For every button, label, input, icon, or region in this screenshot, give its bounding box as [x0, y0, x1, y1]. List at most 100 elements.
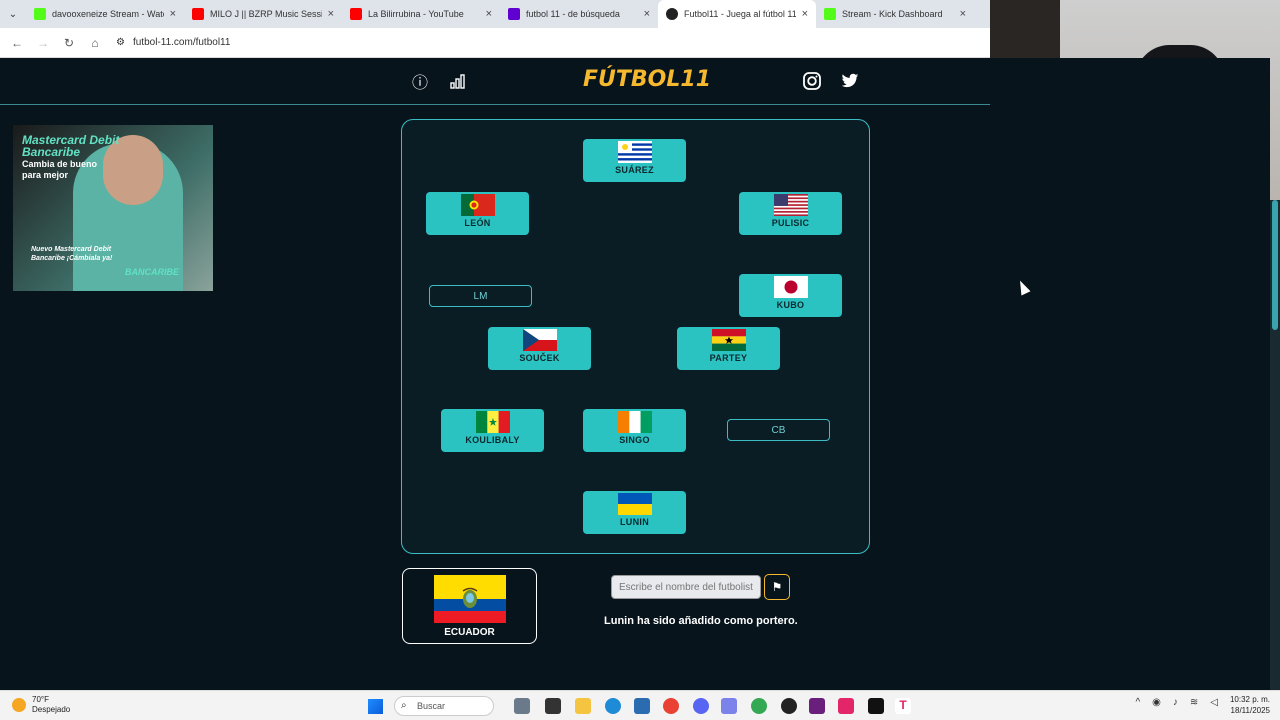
task-view-icon[interactable] — [545, 698, 561, 714]
flag-icon[interactable]: ⚑ — [764, 574, 790, 600]
weather-widget[interactable]: 70°F Despejado — [12, 695, 70, 715]
ad-promo: Nuevo Mastercard Debit Bancaribe ¡Cámbia… — [31, 246, 113, 262]
chrome-profile-icon[interactable] — [751, 698, 767, 714]
tab-close-icon[interactable]: × — [170, 8, 176, 20]
usa-flag-icon — [773, 194, 808, 216]
capture-icon[interactable] — [868, 698, 884, 714]
text-app-icon[interactable]: T — [895, 698, 911, 714]
player-card[interactable]: PULISIC — [739, 192, 842, 235]
teams-icon[interactable] — [721, 698, 737, 714]
tab-close-icon[interactable]: × — [486, 8, 492, 20]
site-logo[interactable]: FÚTBOL11 — [583, 67, 711, 92]
windows-start-icon[interactable] — [368, 699, 383, 714]
tab-close-icon[interactable]: × — [960, 8, 966, 20]
player-name-input[interactable] — [611, 575, 761, 599]
ad-tagline: Cambia de bueno para mejor — [22, 159, 98, 180]
file-explorer-icon[interactable] — [575, 698, 591, 714]
ad-brand: BANCARIBE — [125, 267, 179, 277]
instagram-icon[interactable] — [801, 70, 823, 92]
tab-close-icon[interactable]: × — [328, 8, 334, 20]
system-tray: ^ ◉ ♪ ≋ ◁ — [1135, 697, 1218, 708]
advertisement-banner[interactable]: Mastercard Debit Bancaribe Cambia de bue… — [13, 125, 213, 291]
url-field[interactable]: ⚙ futbol-11.com/futbol11 — [116, 37, 230, 48]
ad-headline: Mastercard Debit Bancaribe — [22, 133, 120, 159]
target-country-card: ECUADOR — [402, 568, 537, 644]
yahoo-favicon-icon — [508, 8, 520, 20]
tab-close-icon[interactable]: × — [644, 8, 650, 20]
taskbar-search[interactable]: ⌕ Buscar — [394, 696, 494, 716]
player-card[interactable]: PARTEY — [677, 327, 780, 370]
tab-5[interactable]: Stream - Kick Dashboard × — [816, 0, 974, 28]
tab-2[interactable]: La Bilirrubina - YouTube × — [342, 0, 500, 28]
player-name: LUNIN — [620, 517, 649, 527]
reload-icon[interactable]: ↻ — [58, 32, 80, 54]
search-label: Buscar — [417, 701, 446, 711]
youtube-favicon-icon — [192, 8, 204, 20]
chrome-icon[interactable] — [663, 698, 679, 714]
player-name: SINGO — [619, 435, 650, 445]
volume-icon[interactable]: ◁ — [1210, 697, 1218, 708]
player-card[interactable]: KOULIBALY — [441, 409, 544, 452]
chevron-up-icon[interactable]: ^ — [1135, 697, 1140, 708]
player-name: PULISIC — [771, 218, 810, 228]
site-info-icon[interactable]: ⚙ — [116, 37, 125, 48]
obs-icon[interactable] — [781, 698, 797, 714]
player-card[interactable]: SUÁREZ — [583, 139, 686, 182]
czechia-flag-icon — [522, 329, 557, 351]
ecuador-flag-icon — [433, 575, 506, 623]
tab-title: MILO J || BZRP Music Sessio — [210, 9, 322, 19]
temperature: 70°F — [32, 695, 49, 704]
home-icon[interactable]: ⌂ — [84, 32, 106, 54]
tab-title: La Bilirrubina - YouTube — [368, 9, 464, 19]
store-icon[interactable] — [634, 698, 650, 714]
ukraine-flag-icon — [617, 493, 652, 515]
copilot-icon[interactable] — [514, 698, 530, 714]
header-divider — [0, 104, 990, 105]
player-name: LEÓN — [464, 218, 491, 228]
japan-flag-icon — [773, 276, 808, 298]
player-name: SUÁREZ — [615, 165, 654, 175]
sun-icon — [12, 698, 26, 712]
app-icon[interactable] — [809, 698, 825, 714]
clock[interactable]: 10:32 p. m. 18/11/2025 — [1230, 694, 1270, 716]
wifi-icon[interactable]: ≋ — [1190, 697, 1198, 708]
tab-title: davooxeneize Stream - Watch L — [52, 9, 164, 19]
tab-title: futbol 11 - de búsqueda — [526, 9, 620, 19]
capcut-icon[interactable] — [838, 698, 854, 714]
kick-favicon-icon — [824, 8, 836, 20]
info-icon[interactable]: ⓘ — [409, 70, 431, 92]
ivory-coast-flag-icon — [617, 411, 652, 433]
tab-close-icon[interactable]: × — [802, 8, 808, 20]
twitter-icon[interactable] — [839, 70, 861, 92]
stats-icon[interactable] — [447, 70, 469, 92]
uruguay-flag-icon — [617, 141, 652, 163]
tab-title: Futbol11 - Juega al fútbol 11 — [684, 9, 796, 19]
back-arrow-icon[interactable]: ← — [6, 32, 28, 54]
weather-text: Despejado — [32, 705, 71, 714]
tab-3[interactable]: futbol 11 - de búsqueda × — [500, 0, 658, 28]
forward-arrow-icon[interactable]: → — [32, 32, 54, 54]
empty-slot-lm[interactable]: LM — [429, 285, 532, 307]
url-text: futbol-11.com/futbol11 — [132, 37, 231, 48]
player-card[interactable]: LUNIN — [583, 491, 686, 534]
player-name: SOUČEK — [519, 353, 560, 363]
tab-4[interactable]: Futbol11 - Juega al fútbol 11 × — [658, 0, 816, 28]
kick-favicon-icon — [34, 8, 46, 20]
microphone-icon[interactable]: ♪ — [1173, 697, 1178, 708]
date: 18/11/2025 — [1230, 706, 1270, 715]
edge-icon[interactable] — [605, 698, 621, 714]
tab-1[interactable]: MILO J || BZRP Music Sessio × — [184, 0, 342, 28]
tab-search-button[interactable]: ⌄ — [0, 0, 26, 28]
tab-0[interactable]: davooxeneize Stream - Watch L × — [26, 0, 184, 28]
pitch: SUÁREZ LEÓN PULISIC LM KUBO SOUČEK PARTE… — [401, 119, 870, 554]
player-card[interactable]: SOUČEK — [488, 327, 591, 370]
discord-icon[interactable] — [693, 698, 709, 714]
player-card[interactable]: SINGO — [583, 409, 686, 452]
scrollbar-thumb[interactable] — [1272, 200, 1278, 330]
security-icon[interactable]: ◉ — [1152, 697, 1161, 708]
tab-bar: ⌄ davooxeneize Stream - Watch L × MILO J… — [0, 0, 990, 28]
player-card[interactable]: LEÓN — [426, 192, 529, 235]
player-card[interactable]: KUBO — [739, 274, 842, 317]
status-message: Lunin ha sido añadido como portero. — [604, 615, 798, 627]
empty-slot-cb[interactable]: CB — [727, 419, 830, 441]
